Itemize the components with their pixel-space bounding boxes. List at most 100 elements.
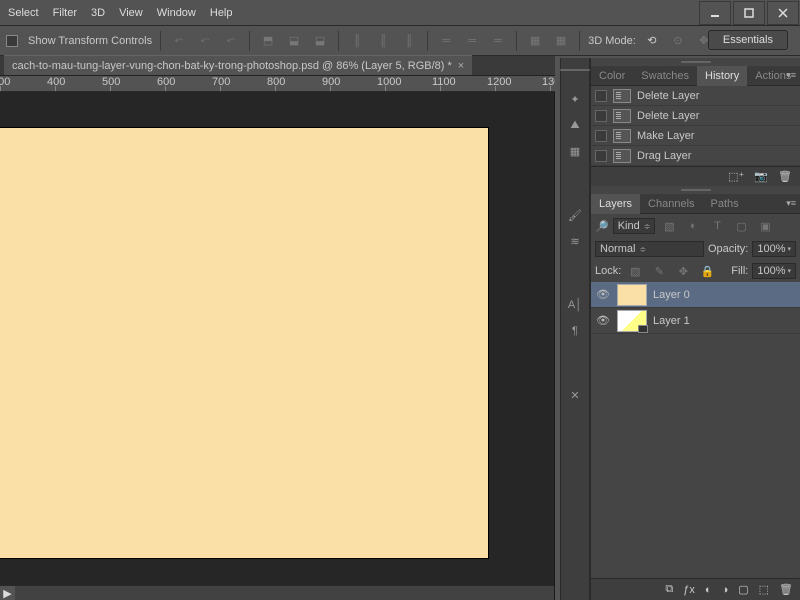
menu-window[interactable]: Window <box>157 7 196 19</box>
document-close-icon[interactable]: × <box>458 60 464 72</box>
distribute-h3-icon[interactable]: ║ <box>399 31 419 51</box>
auto-blend-icon[interactable]: ▦ <box>551 31 571 51</box>
align-hcenter-icon[interactable]: ⬿ <box>195 31 215 51</box>
lock-position-icon[interactable]: ✥ <box>673 261 693 281</box>
menu-3d[interactable]: 3D <box>91 7 105 19</box>
brush-icon[interactable]: 🖌 <box>566 206 584 224</box>
history-checkbox[interactable] <box>595 150 607 162</box>
group-icon[interactable]: ▢ <box>738 583 748 596</box>
layer-thumbnail[interactable] <box>617 310 647 332</box>
layer-name[interactable]: Layer 0 <box>653 289 690 301</box>
layer-filter-kind[interactable]: Kind≑ <box>613 218 656 234</box>
panel-group-2-tabs: Layers Channels Paths ▾≡ <box>591 194 800 214</box>
3d-roll-icon[interactable]: ⊙ <box>668 31 688 51</box>
tab-color[interactable]: Color <box>591 66 633 86</box>
maximize-button[interactable] <box>733 1 765 25</box>
align-vcenter-icon[interactable]: ⬓ <box>284 31 304 51</box>
history-state-label: Delete Layer <box>637 90 699 102</box>
workspace-switcher[interactable]: Essentials <box>708 30 788 50</box>
info-icon[interactable]: ▦ <box>566 142 584 160</box>
tab-channels[interactable]: Channels <box>640 194 702 214</box>
fill-label: Fill: <box>731 265 748 277</box>
horizontal-ruler: 3004005006007008009001000110012001300140… <box>0 76 555 92</box>
options-bar: Show Transform Controls ⬿ ⬿ ⬿ ⬒ ⬓ ⬓ ║ ║ … <box>0 26 800 56</box>
visibility-icon[interactable]: 👁 <box>595 313 611 329</box>
menu-select[interactable]: Select <box>8 7 39 19</box>
delete-state-icon[interactable]: 🗑 <box>778 170 792 183</box>
filter-shape-icon[interactable]: ▢ <box>731 216 751 236</box>
layer-name[interactable]: Layer 1 <box>653 315 690 327</box>
lock-all-icon[interactable]: 🔒 <box>697 261 717 281</box>
distribute-v2-icon[interactable]: ═ <box>462 31 482 51</box>
lock-transparency-icon[interactable]: ▨ <box>625 261 645 281</box>
link-layers-icon[interactable]: ⧉ <box>665 583 673 596</box>
history-checkbox[interactable] <box>595 130 607 142</box>
menu-filter[interactable]: Filter <box>53 7 77 19</box>
align-bottom-icon[interactable]: ⬓ <box>310 31 330 51</box>
lock-image-icon[interactable]: ✎ <box>649 261 669 281</box>
history-state-label: Make Layer <box>637 130 694 142</box>
brush-presets-icon[interactable]: ≋ <box>566 232 584 250</box>
blend-mode-dropdown[interactable]: Normal≑ <box>595 241 704 257</box>
scroll-right-arrow-icon[interactable]: ▶ <box>0 586 15 600</box>
filter-adjust-icon[interactable]: ◐ <box>683 216 703 236</box>
tab-layers[interactable]: Layers <box>591 194 640 214</box>
canvas[interactable] <box>0 128 488 558</box>
collapsed-panel-strip: ✦ ⛰ ▦ 🖌 ≋ A│ ¶ ✕ <box>560 58 590 600</box>
layer-mask-icon[interactable]: ◐ <box>705 584 712 596</box>
filter-type-icon[interactable]: T <box>707 216 727 236</box>
show-transform-checkbox[interactable] <box>6 35 18 47</box>
history-state[interactable]: Make Layer <box>591 126 800 146</box>
auto-align-icon[interactable]: ▦ <box>525 31 545 51</box>
opacity-field[interactable]: 100%▾ <box>752 241 796 257</box>
distribute-v3-icon[interactable]: ═ <box>488 31 508 51</box>
new-layer-icon[interactable]: ⬚ <box>759 583 769 596</box>
lock-label: Lock: <box>595 265 621 277</box>
history-state[interactable]: Drag Layer <box>591 146 800 166</box>
navigator-icon[interactable]: ✦ <box>566 90 584 108</box>
character-icon[interactable]: A│ <box>566 296 584 314</box>
history-state-icon <box>613 149 631 163</box>
distribute-h1-icon[interactable]: ║ <box>347 31 367 51</box>
3d-orbit-icon[interactable]: ⟲ <box>642 31 662 51</box>
layer-row[interactable]: 👁 Layer 0 <box>591 282 800 308</box>
layer-thumbnail[interactable] <box>617 284 647 306</box>
fill-field[interactable]: 100%▾ <box>752 263 796 279</box>
properties-icon[interactable]: ✕ <box>566 386 584 404</box>
align-top-icon[interactable]: ⬒ <box>258 31 278 51</box>
filter-pixel-icon[interactable]: ▧ <box>659 216 679 236</box>
history-state-icon <box>613 129 631 143</box>
layer-row[interactable]: 👁 Layer 1 <box>591 308 800 334</box>
adjustment-layer-icon[interactable]: ◑ <box>722 584 729 596</box>
menu-help[interactable]: Help <box>210 7 233 19</box>
delete-layer-icon[interactable]: 🗑 <box>779 583 793 596</box>
tab-history[interactable]: History <box>697 66 747 86</box>
distribute-v1-icon[interactable]: ═ <box>436 31 456 51</box>
align-right-icon[interactable]: ⬿ <box>221 31 241 51</box>
panel-menu-icon[interactable]: ▾≡ <box>786 70 796 81</box>
history-state[interactable]: Delete Layer <box>591 106 800 126</box>
minimize-button[interactable] <box>699 1 731 25</box>
close-button[interactable] <box>767 1 799 25</box>
filter-smart-icon[interactable]: ▣ <box>755 216 775 236</box>
layer-style-icon[interactable]: ƒx <box>683 584 695 596</box>
new-snapshot-icon[interactable]: 📷 <box>754 170 768 183</box>
new-document-from-state-icon[interactable]: ⬚⁺ <box>728 170 744 183</box>
histogram-icon[interactable]: ⛰ <box>566 116 584 134</box>
align-left-icon[interactable]: ⬿ <box>169 31 189 51</box>
visibility-icon[interactable]: 👁 <box>595 287 611 303</box>
history-state-label: Delete Layer <box>637 110 699 122</box>
history-checkbox[interactable] <box>595 110 607 122</box>
opacity-label: Opacity: <box>708 243 748 255</box>
distribute-h2-icon[interactable]: ║ <box>373 31 393 51</box>
document-tab[interactable]: cach-to-mau-tung-layer-vung-chon-bat-ky-… <box>4 55 472 75</box>
paragraph-icon[interactable]: ¶ <box>566 322 584 340</box>
layers-panel-menu-icon[interactable]: ▾≡ <box>786 198 796 209</box>
tab-swatches[interactable]: Swatches <box>633 66 697 86</box>
horizontal-scrollbar[interactable]: ▶ <box>0 585 555 600</box>
menu-view[interactable]: View <box>119 7 143 19</box>
history-checkbox[interactable] <box>595 90 607 102</box>
tab-paths[interactable]: Paths <box>703 194 747 214</box>
history-state-label: Drag Layer <box>637 150 691 162</box>
history-state[interactable]: Delete Layer <box>591 86 800 106</box>
